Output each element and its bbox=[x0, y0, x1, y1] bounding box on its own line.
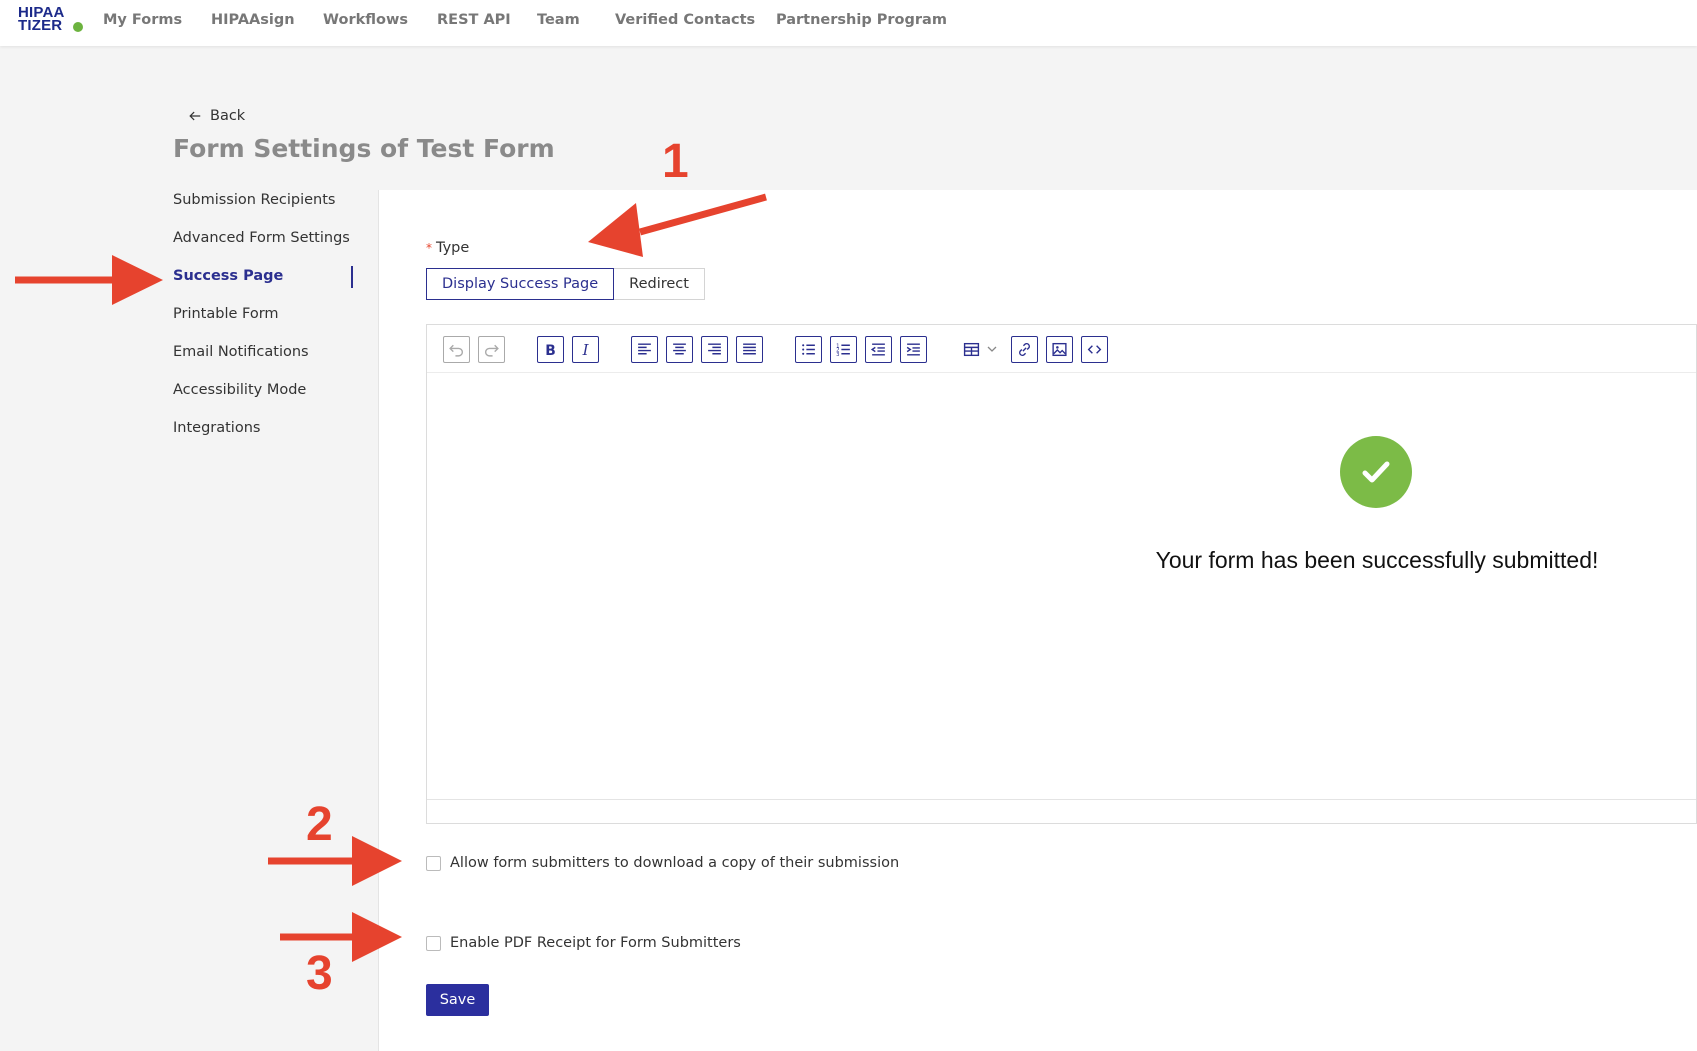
hipaatizer-logo[interactable]: HIPAA TIZER bbox=[18, 5, 84, 36]
success-message: Your form has been successfully submitte… bbox=[1155, 547, 1599, 573]
svg-text:B: B bbox=[545, 343, 556, 358]
numbered-list-icon[interactable]: 123 bbox=[830, 336, 857, 363]
undo-icon[interactable] bbox=[443, 336, 470, 363]
svg-text:3: 3 bbox=[836, 352, 839, 358]
annotation-number-1: 1 bbox=[662, 135, 689, 188]
type-label: * Type bbox=[426, 240, 469, 256]
save-button[interactable]: Save bbox=[426, 984, 489, 1016]
check-circle-icon bbox=[1340, 436, 1412, 508]
lock-icon bbox=[73, 22, 83, 32]
editor-status-bar bbox=[427, 799, 1696, 823]
back-label: Back bbox=[210, 108, 246, 124]
logo-line2: TIZER bbox=[18, 17, 63, 34]
top-nav: HIPAA TIZER My Forms HIPAAsign Workflows… bbox=[0, 0, 1697, 46]
nav-hipaasign[interactable]: HIPAAsign bbox=[211, 12, 295, 28]
annotation-number-3: 3 bbox=[306, 947, 333, 1000]
arrow-left-icon bbox=[189, 111, 201, 121]
bullet-list-icon[interactable] bbox=[795, 336, 822, 363]
sidebar-item-email-notifications[interactable]: Email Notifications bbox=[173, 344, 309, 360]
sidebar-item-advanced-form-settings[interactable]: Advanced Form Settings bbox=[173, 230, 350, 246]
table-icon[interactable] bbox=[958, 336, 985, 363]
annotation-number-2: 2 bbox=[306, 798, 333, 851]
svg-text:I: I bbox=[582, 341, 590, 358]
nav-team[interactable]: Team bbox=[537, 12, 580, 28]
nav-rest-api[interactable]: REST API bbox=[437, 12, 511, 28]
type-label-text: Type bbox=[436, 240, 470, 256]
annotation-arrow-sidebar-head bbox=[112, 255, 163, 305]
italic-icon[interactable]: I bbox=[572, 336, 599, 363]
sidebar-item-submission-recipients[interactable]: Submission Recipients bbox=[173, 192, 336, 208]
align-center-icon[interactable] bbox=[666, 336, 693, 363]
type-toggle: Display Success Page Redirect bbox=[426, 268, 705, 300]
code-icon[interactable] bbox=[1081, 336, 1108, 363]
outdent-icon[interactable] bbox=[865, 336, 892, 363]
link-icon[interactable] bbox=[1011, 336, 1038, 363]
sidebar-active-indicator bbox=[351, 266, 353, 288]
align-left-icon[interactable] bbox=[631, 336, 658, 363]
pdf-receipt-checkbox[interactable] bbox=[426, 935, 441, 951]
editor-toolbar: B I 123 bbox=[427, 325, 1696, 373]
pdf-receipt-option[interactable]: Enable PDF Receipt for Form Submitters bbox=[426, 935, 741, 951]
nav-my-forms[interactable]: My Forms bbox=[103, 12, 182, 28]
sidebar-item-success-page[interactable]: Success Page bbox=[173, 268, 283, 284]
required-marker: * bbox=[426, 241, 432, 255]
display-success-page-button[interactable]: Display Success Page bbox=[426, 268, 615, 300]
sidebar-item-printable-form[interactable]: Printable Form bbox=[173, 306, 279, 322]
back-link[interactable]: Back bbox=[188, 108, 245, 124]
allow-download-label: Allow form submitters to download a copy… bbox=[450, 855, 900, 871]
nav-partnership-program[interactable]: Partnership Program bbox=[776, 12, 947, 28]
sidebar-item-integrations[interactable]: Integrations bbox=[173, 420, 260, 436]
chevron-down-icon[interactable] bbox=[986, 343, 998, 355]
nav-workflows[interactable]: Workflows bbox=[323, 12, 408, 28]
image-icon[interactable] bbox=[1046, 336, 1073, 363]
redirect-button[interactable]: Redirect bbox=[614, 268, 705, 300]
redo-icon[interactable] bbox=[478, 336, 505, 363]
bold-icon[interactable]: B bbox=[537, 336, 564, 363]
page-title: Form Settings of Test Form bbox=[173, 134, 555, 163]
rich-text-editor[interactable]: B I 123 Your form has been successfully … bbox=[426, 324, 1697, 824]
pdf-receipt-label: Enable PDF Receipt for Form Submitters bbox=[450, 935, 741, 951]
sidebar-item-accessibility-mode[interactable]: Accessibility Mode bbox=[173, 382, 306, 398]
allow-download-option[interactable]: Allow form submitters to download a copy… bbox=[426, 855, 899, 871]
allow-download-checkbox[interactable] bbox=[426, 855, 441, 871]
indent-icon[interactable] bbox=[900, 336, 927, 363]
align-justify-icon[interactable] bbox=[736, 336, 763, 363]
nav-verified-contacts[interactable]: Verified Contacts bbox=[615, 12, 755, 28]
align-right-icon[interactable] bbox=[701, 336, 728, 363]
